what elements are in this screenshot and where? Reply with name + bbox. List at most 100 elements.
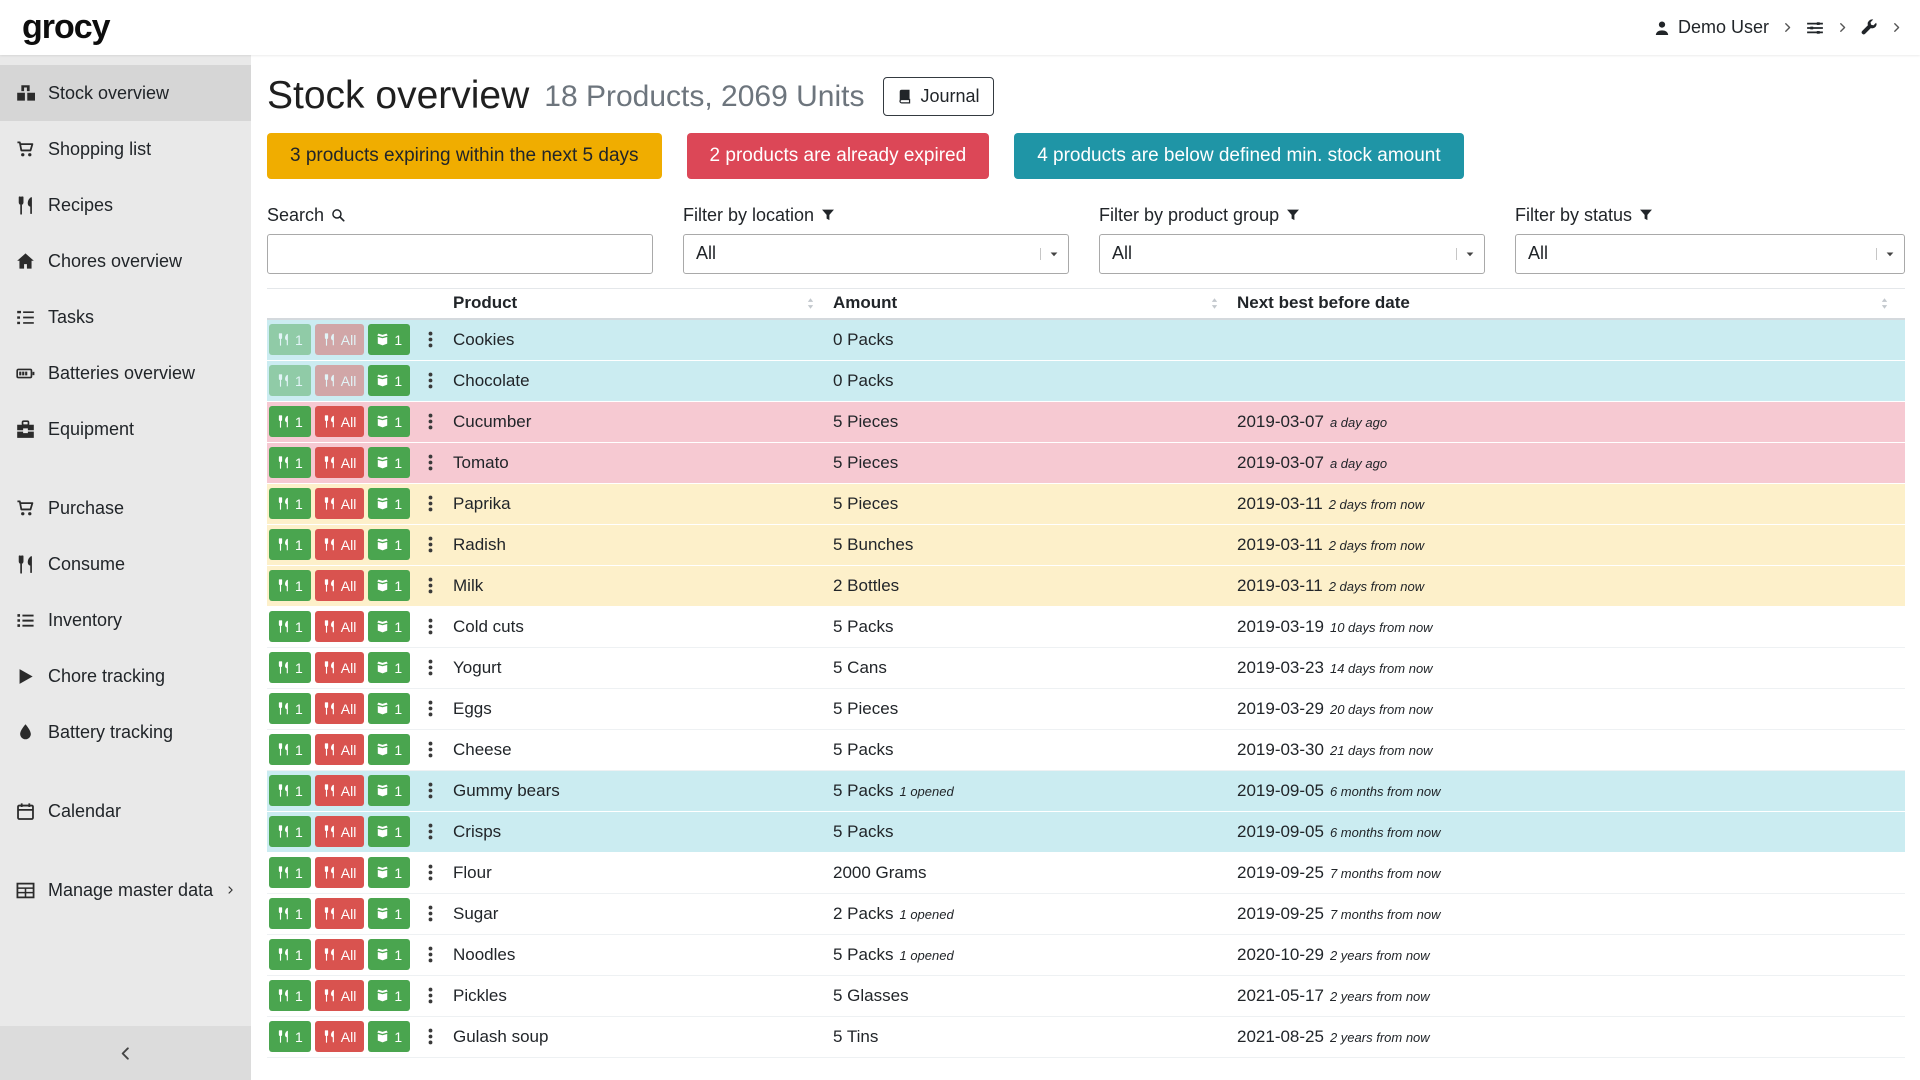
open-one-button[interactable]: 1: [368, 611, 410, 642]
table-row[interactable]: 1All1Tomato5 Pieces2019-03-07a day ago: [267, 443, 1905, 484]
row-menu-button[interactable]: [421, 617, 440, 636]
consume-all-button[interactable]: All: [315, 406, 365, 437]
consume-all-button[interactable]: All: [315, 652, 365, 683]
row-menu-button[interactable]: [421, 863, 440, 882]
consume-all-button[interactable]: All: [315, 1021, 365, 1052]
open-one-button[interactable]: 1: [368, 570, 410, 601]
consume-all-button[interactable]: All: [315, 980, 365, 1011]
consume-one-button[interactable]: 1: [269, 324, 311, 355]
sidebar-item-equipment[interactable]: Equipment: [0, 401, 251, 457]
table-row[interactable]: 1All1Chocolate0 Packs: [267, 361, 1905, 402]
consume-one-button[interactable]: 1: [269, 406, 311, 437]
sidebar-item-manage-master-data[interactable]: Manage master data: [0, 862, 251, 918]
consume-all-button[interactable]: All: [315, 898, 365, 929]
journal-button[interactable]: Journal: [883, 77, 993, 116]
open-one-button[interactable]: 1: [368, 652, 410, 683]
table-row[interactable]: 1All1Cucumber5 Pieces2019-03-07a day ago: [267, 402, 1905, 443]
sidebar-item-chore-tracking[interactable]: Chore tracking: [0, 648, 251, 704]
open-one-button[interactable]: 1: [368, 734, 410, 765]
table-row[interactable]: 1All1Crisps5 Packs2019-09-056 months fro…: [267, 812, 1905, 853]
row-menu-button[interactable]: [421, 412, 440, 431]
table-row[interactable]: 1All1Pickles5 Glasses2021-05-172 years f…: [267, 976, 1905, 1017]
consume-one-button[interactable]: 1: [269, 857, 311, 888]
table-row[interactable]: 1All1Milk2 Bottles2019-03-112 days from …: [267, 566, 1905, 607]
consume-all-button[interactable]: All: [315, 488, 365, 519]
consume-one-button[interactable]: 1: [269, 775, 311, 806]
column-header-amount[interactable]: Amount: [831, 293, 1235, 313]
consume-all-button[interactable]: All: [315, 324, 365, 355]
consume-one-button[interactable]: 1: [269, 1021, 311, 1052]
open-one-button[interactable]: 1: [368, 447, 410, 478]
row-menu-button[interactable]: [421, 535, 440, 554]
consume-all-button[interactable]: All: [315, 693, 365, 724]
open-one-button[interactable]: 1: [368, 365, 410, 396]
consume-all-button[interactable]: All: [315, 816, 365, 847]
consume-all-button[interactable]: All: [315, 570, 365, 601]
open-one-button[interactable]: 1: [368, 939, 410, 970]
consume-all-button[interactable]: All: [315, 529, 365, 560]
sidebar-item-consume[interactable]: Consume: [0, 536, 251, 592]
open-one-button[interactable]: 1: [368, 406, 410, 437]
row-menu-button[interactable]: [421, 330, 440, 349]
sidebar-item-tasks[interactable]: Tasks: [0, 289, 251, 345]
open-one-button[interactable]: 1: [368, 980, 410, 1011]
open-one-button[interactable]: 1: [368, 857, 410, 888]
consume-one-button[interactable]: 1: [269, 488, 311, 519]
table-row[interactable]: 1All1Yogurt5 Cans2019-03-2314 days from …: [267, 648, 1905, 689]
user-menu[interactable]: Demo User: [1654, 17, 1769, 38]
consume-all-button[interactable]: All: [315, 611, 365, 642]
row-menu-button[interactable]: [421, 658, 440, 677]
sidebar-item-battery-tracking[interactable]: Battery tracking: [0, 704, 251, 760]
row-menu-button[interactable]: [421, 986, 440, 1005]
table-row[interactable]: 1All1Sugar2 Packs1 opened2019-09-257 mon…: [267, 894, 1905, 935]
open-one-button[interactable]: 1: [368, 488, 410, 519]
settings-menu[interactable]: [1806, 19, 1824, 37]
consume-one-button[interactable]: 1: [269, 570, 311, 601]
consume-all-button[interactable]: All: [315, 447, 365, 478]
sidebar-item-calendar[interactable]: Calendar: [0, 783, 251, 839]
consume-one-button[interactable]: 1: [269, 898, 311, 929]
open-one-button[interactable]: 1: [368, 324, 410, 355]
table-row[interactable]: 1All1Paprika5 Pieces2019-03-112 days fro…: [267, 484, 1905, 525]
open-one-button[interactable]: 1: [368, 775, 410, 806]
status-filter-select[interactable]: All: [1515, 234, 1905, 274]
table-row[interactable]: 1All1Cold cuts5 Packs2019-03-1910 days f…: [267, 607, 1905, 648]
product-group-filter-select[interactable]: All: [1099, 234, 1485, 274]
status-banner-warning[interactable]: 3 products expiring within the next 5 da…: [267, 133, 662, 179]
sidebar-item-batteries-overview[interactable]: Batteries overview: [0, 345, 251, 401]
status-banner-info[interactable]: 4 products are below defined min. stock …: [1014, 133, 1463, 179]
open-one-button[interactable]: 1: [368, 816, 410, 847]
table-row[interactable]: 1All1Cookies0 Packs: [267, 320, 1905, 361]
sidebar-item-recipes[interactable]: Recipes: [0, 177, 251, 233]
location-filter-select[interactable]: All: [683, 234, 1069, 274]
open-one-button[interactable]: 1: [368, 898, 410, 929]
consume-one-button[interactable]: 1: [269, 939, 311, 970]
consume-all-button[interactable]: All: [315, 939, 365, 970]
row-menu-button[interactable]: [421, 576, 440, 595]
open-one-button[interactable]: 1: [368, 529, 410, 560]
sidebar-item-stock-overview[interactable]: Stock overview: [0, 65, 251, 121]
column-header-product[interactable]: Product: [451, 293, 831, 313]
sidebar-item-inventory[interactable]: Inventory: [0, 592, 251, 648]
row-menu-button[interactable]: [421, 453, 440, 472]
consume-one-button[interactable]: 1: [269, 816, 311, 847]
table-row[interactable]: 1All1Cheese5 Packs2019-03-3021 days from…: [267, 730, 1905, 771]
row-menu-button[interactable]: [421, 945, 440, 964]
consume-all-button[interactable]: All: [315, 775, 365, 806]
column-header-best-before[interactable]: Next best before date: [1235, 293, 1905, 313]
consume-one-button[interactable]: 1: [269, 693, 311, 724]
row-menu-button[interactable]: [421, 781, 440, 800]
consume-all-button[interactable]: All: [315, 857, 365, 888]
consume-one-button[interactable]: 1: [269, 611, 311, 642]
row-menu-button[interactable]: [421, 740, 440, 759]
consume-one-button[interactable]: 1: [269, 652, 311, 683]
consume-all-button[interactable]: All: [315, 365, 365, 396]
table-row[interactable]: 1All1Gulash soup5 Tins2021-08-252 years …: [267, 1017, 1905, 1058]
row-menu-button[interactable]: [421, 904, 440, 923]
row-menu-button[interactable]: [421, 494, 440, 513]
table-row[interactable]: 1All1Gummy bears5 Packs1 opened2019-09-0…: [267, 771, 1905, 812]
open-one-button[interactable]: 1: [368, 1021, 410, 1052]
consume-one-button[interactable]: 1: [269, 365, 311, 396]
row-menu-button[interactable]: [421, 699, 440, 718]
row-menu-button[interactable]: [421, 1027, 440, 1046]
